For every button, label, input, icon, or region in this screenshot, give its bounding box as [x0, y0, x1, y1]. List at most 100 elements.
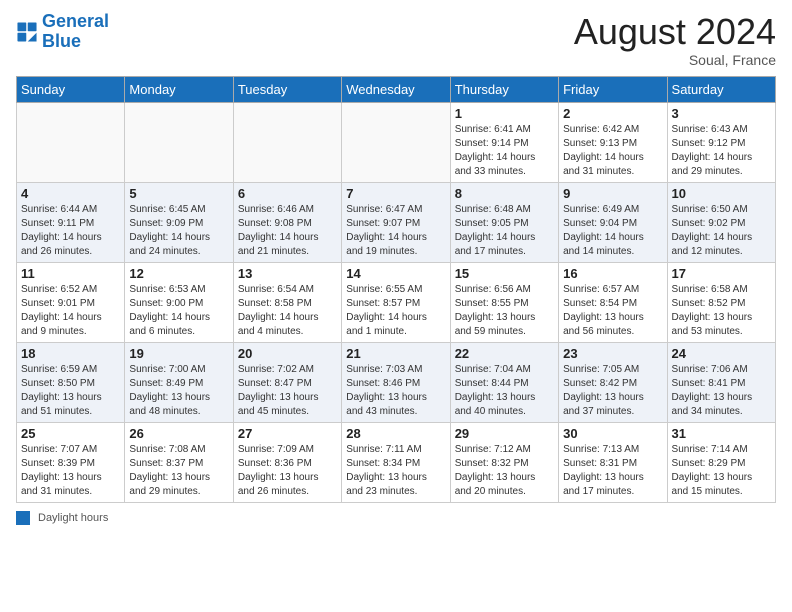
- day-number: 1: [455, 106, 554, 121]
- day-number: 17: [672, 266, 771, 281]
- day-info: Sunrise: 6:41 AMSunset: 9:14 PMDaylight:…: [455, 123, 554, 179]
- calendar-cell: [17, 102, 125, 182]
- day-number: 10: [672, 186, 771, 201]
- day-number: 22: [455, 346, 554, 361]
- logo-icon: [16, 21, 38, 43]
- calendar-cell: 6 Sunrise: 6:46 AMSunset: 9:08 PMDaylight…: [233, 182, 341, 262]
- calendar-week-row: 1 Sunrise: 6:41 AMSunset: 9:14 PMDaylight…: [17, 102, 776, 182]
- calendar-cell: 18Sunrise: 6:59 AMSunset: 8:50 PMDayligh…: [17, 342, 125, 422]
- calendar-day-header: Saturday: [667, 76, 775, 102]
- calendar-cell: 10Sunrise: 6:50 AMSunset: 9:02 PMDayligh…: [667, 182, 775, 262]
- day-number: 27: [238, 426, 337, 441]
- day-info: Sunrise: 6:53 AMSunset: 9:00 PMDaylight:…: [129, 283, 228, 339]
- logo-blue: Blue: [42, 31, 81, 51]
- day-info: Sunrise: 7:07 AMSunset: 8:39 PMDaylight:…: [21, 443, 120, 499]
- day-number: 4: [21, 186, 120, 201]
- logo-general: General: [42, 11, 109, 31]
- calendar-header-row: SundayMondayTuesdayWednesdayThursdayFrid…: [17, 76, 776, 102]
- day-number: 7: [346, 186, 445, 201]
- day-info: Sunrise: 6:47 AMSunset: 9:07 PMDaylight:…: [346, 203, 445, 259]
- day-info: Sunrise: 6:55 AMSunset: 8:57 PMDaylight:…: [346, 283, 445, 339]
- calendar-cell: 21 Sunrise: 7:03 AMSunset: 8:46 PMDayligh…: [342, 342, 450, 422]
- day-info: Sunrise: 6:58 AMSunset: 8:52 PMDaylight:…: [672, 283, 771, 339]
- day-number: 29: [455, 426, 554, 441]
- day-number: 28: [346, 426, 445, 441]
- calendar: SundayMondayTuesdayWednesdayThursdayFrid…: [16, 76, 776, 503]
- day-info: Sunrise: 6:56 AMSunset: 8:55 PMDaylight:…: [455, 283, 554, 339]
- calendar-cell: 5 Sunrise: 6:45 AMSunset: 9:09 PMDaylight…: [125, 182, 233, 262]
- calendar-week-row: 25 Sunrise: 7:07 AMSunset: 8:39 PMDayligh…: [17, 422, 776, 502]
- calendar-cell: 29 Sunrise: 7:12 AMSunset: 8:32 PMDayligh…: [450, 422, 558, 502]
- day-info: Sunrise: 6:48 AMSunset: 9:05 PMDaylight:…: [455, 203, 554, 259]
- calendar-cell: 27Sunrise: 7:09 AMSunset: 8:36 PMDayligh…: [233, 422, 341, 502]
- day-number: 26: [129, 426, 228, 441]
- day-number: 23: [563, 346, 662, 361]
- day-info: Sunrise: 7:02 AMSunset: 8:47 PMDaylight:…: [238, 363, 337, 419]
- day-info: Sunrise: 6:43 AMSunset: 9:12 PMDaylight:…: [672, 123, 771, 179]
- calendar-week-row: 4 Sunrise: 6:44 AMSunset: 9:11 PMDaylight…: [17, 182, 776, 262]
- calendar-cell: 13Sunrise: 6:54 AMSunset: 8:58 PMDayligh…: [233, 262, 341, 342]
- day-info: Sunrise: 6:45 AMSunset: 9:09 PMDaylight:…: [129, 203, 228, 259]
- day-number: 20: [238, 346, 337, 361]
- calendar-cell: 4 Sunrise: 6:44 AMSunset: 9:11 PMDaylight…: [17, 182, 125, 262]
- calendar-cell: 16 Sunrise: 6:57 AMSunset: 8:54 PMDayligh…: [559, 262, 667, 342]
- day-info: Sunrise: 7:06 AMSunset: 8:41 PMDaylight:…: [672, 363, 771, 419]
- calendar-cell: 7 Sunrise: 6:47 AMSunset: 9:07 PMDaylight…: [342, 182, 450, 262]
- day-info: Sunrise: 6:49 AMSunset: 9:04 PMDaylight:…: [563, 203, 662, 259]
- day-info: Sunrise: 6:57 AMSunset: 8:54 PMDaylight:…: [563, 283, 662, 339]
- legend: Daylight hours: [16, 511, 776, 525]
- day-number: 24: [672, 346, 771, 361]
- calendar-cell: 19Sunrise: 7:00 AMSunset: 8:49 PMDayligh…: [125, 342, 233, 422]
- calendar-day-header: Friday: [559, 76, 667, 102]
- calendar-week-row: 11 Sunrise: 6:52 AMSunset: 9:01 PMDayligh…: [17, 262, 776, 342]
- month-title: August 2024: [574, 12, 776, 52]
- calendar-day-header: Tuesday: [233, 76, 341, 102]
- calendar-cell: 26Sunrise: 7:08 AMSunset: 8:37 PMDayligh…: [125, 422, 233, 502]
- legend-box: [16, 511, 30, 525]
- day-number: 5: [129, 186, 228, 201]
- calendar-day-header: Thursday: [450, 76, 558, 102]
- calendar-cell: [342, 102, 450, 182]
- calendar-cell: 28 Sunrise: 7:11 AMSunset: 8:34 PMDayligh…: [342, 422, 450, 502]
- day-info: Sunrise: 7:04 AMSunset: 8:44 PMDaylight:…: [455, 363, 554, 419]
- day-number: 31: [672, 426, 771, 441]
- calendar-cell: 8Sunrise: 6:48 AMSunset: 9:05 PMDaylight…: [450, 182, 558, 262]
- calendar-cell: [233, 102, 341, 182]
- day-number: 15: [455, 266, 554, 281]
- day-number: 13: [238, 266, 337, 281]
- day-info: Sunrise: 7:13 AMSunset: 8:31 PMDaylight:…: [563, 443, 662, 499]
- day-number: 11: [21, 266, 120, 281]
- calendar-cell: 9Sunrise: 6:49 AMSunset: 9:04 PMDaylight…: [559, 182, 667, 262]
- logo: GeneralBlue: [16, 12, 109, 52]
- calendar-day-header: Sunday: [17, 76, 125, 102]
- legend-label: Daylight hours: [38, 512, 108, 524]
- day-number: 3: [672, 106, 771, 121]
- day-number: 2: [563, 106, 662, 121]
- day-info: Sunrise: 7:12 AMSunset: 8:32 PMDaylight:…: [455, 443, 554, 499]
- title-block: August 2024 Soual, France: [574, 12, 776, 68]
- day-info: Sunrise: 7:00 AMSunset: 8:49 PMDaylight:…: [129, 363, 228, 419]
- day-number: 16: [563, 266, 662, 281]
- day-info: Sunrise: 7:11 AMSunset: 8:34 PMDaylight:…: [346, 443, 445, 499]
- day-info: Sunrise: 6:52 AMSunset: 9:01 PMDaylight:…: [21, 283, 120, 339]
- calendar-cell: 20 Sunrise: 7:02 AMSunset: 8:47 PMDayligh…: [233, 342, 341, 422]
- day-number: 25: [21, 426, 120, 441]
- calendar-cell: 23 Sunrise: 7:05 AMSunset: 8:42 PMDayligh…: [559, 342, 667, 422]
- day-info: Sunrise: 7:03 AMSunset: 8:46 PMDaylight:…: [346, 363, 445, 419]
- location: Soual, France: [574, 52, 776, 68]
- day-info: Sunrise: 7:05 AMSunset: 8:42 PMDaylight:…: [563, 363, 662, 419]
- day-number: 12: [129, 266, 228, 281]
- day-info: Sunrise: 6:44 AMSunset: 9:11 PMDaylight:…: [21, 203, 120, 259]
- calendar-day-header: Monday: [125, 76, 233, 102]
- day-number: 21: [346, 346, 445, 361]
- day-number: 6: [238, 186, 337, 201]
- day-number: 18: [21, 346, 120, 361]
- calendar-cell: 3 Sunrise: 6:43 AMSunset: 9:12 PMDaylight…: [667, 102, 775, 182]
- calendar-cell: 31 Sunrise: 7:14 AMSunset: 8:29 PMDayligh…: [667, 422, 775, 502]
- day-info: Sunrise: 6:46 AMSunset: 9:08 PMDaylight:…: [238, 203, 337, 259]
- day-info: Sunrise: 7:14 AMSunset: 8:29 PMDaylight:…: [672, 443, 771, 499]
- calendar-cell: 24 Sunrise: 7:06 AMSunset: 8:41 PMDayligh…: [667, 342, 775, 422]
- day-info: Sunrise: 6:42 AMSunset: 9:13 PMDaylight:…: [563, 123, 662, 179]
- calendar-cell: 2 Sunrise: 6:42 AMSunset: 9:13 PMDaylight…: [559, 102, 667, 182]
- calendar-cell: 22 Sunrise: 7:04 AMSunset: 8:44 PMDayligh…: [450, 342, 558, 422]
